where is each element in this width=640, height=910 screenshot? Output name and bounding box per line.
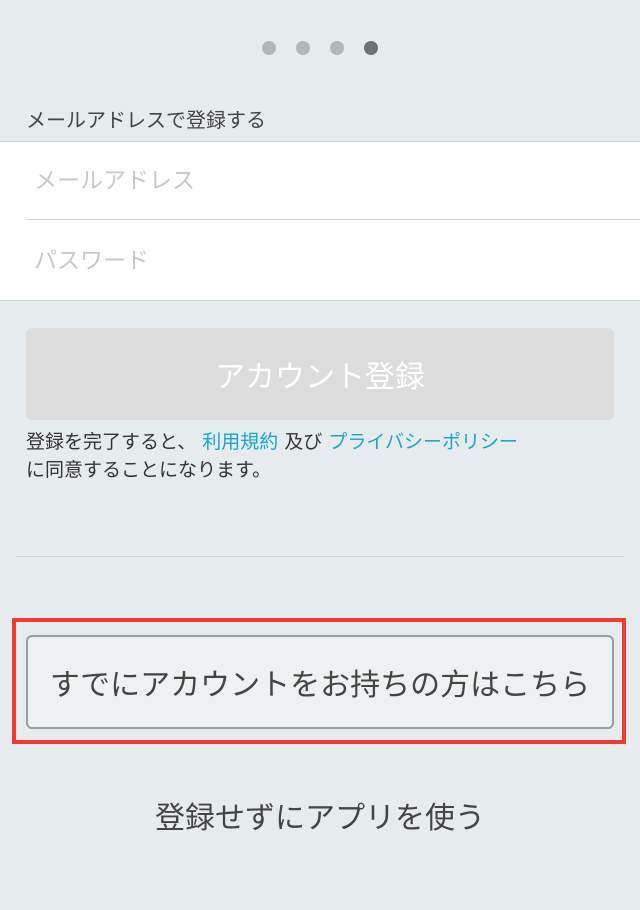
login-button[interactable]: すでにアカウントをお持ちの方はこちら <box>26 635 614 729</box>
page-dot-3[interactable] <box>330 41 344 55</box>
divider <box>16 556 624 557</box>
password-field[interactable] <box>26 222 640 300</box>
password-field-wrapper <box>26 222 640 300</box>
skip-signup-button[interactable]: 登録せずにアプリを使う <box>0 790 640 840</box>
signup-form <box>0 141 640 301</box>
section-label: メールアドレスで登録する <box>26 108 266 132</box>
page-indicator <box>0 41 640 57</box>
terms-prefix: 登録を完了すると、 <box>26 431 197 453</box>
terms-notice: 登録を完了すると、 利用規約 及び プライバシーポリシー に同意することになりま… <box>26 428 626 484</box>
terms-and: 及び <box>284 431 323 453</box>
terms-link[interactable]: 利用規約 <box>202 431 278 453</box>
terms-suffix: に同意することになります。 <box>26 459 272 481</box>
page-dot-4-active[interactable] <box>364 41 378 55</box>
email-field[interactable] <box>26 142 640 219</box>
page-dot-1[interactable] <box>262 41 276 55</box>
register-button[interactable]: アカウント登録 <box>26 328 614 420</box>
page-dot-2[interactable] <box>296 41 310 55</box>
privacy-link[interactable]: プライバシーポリシー <box>328 431 518 453</box>
email-field-wrapper <box>26 142 640 220</box>
